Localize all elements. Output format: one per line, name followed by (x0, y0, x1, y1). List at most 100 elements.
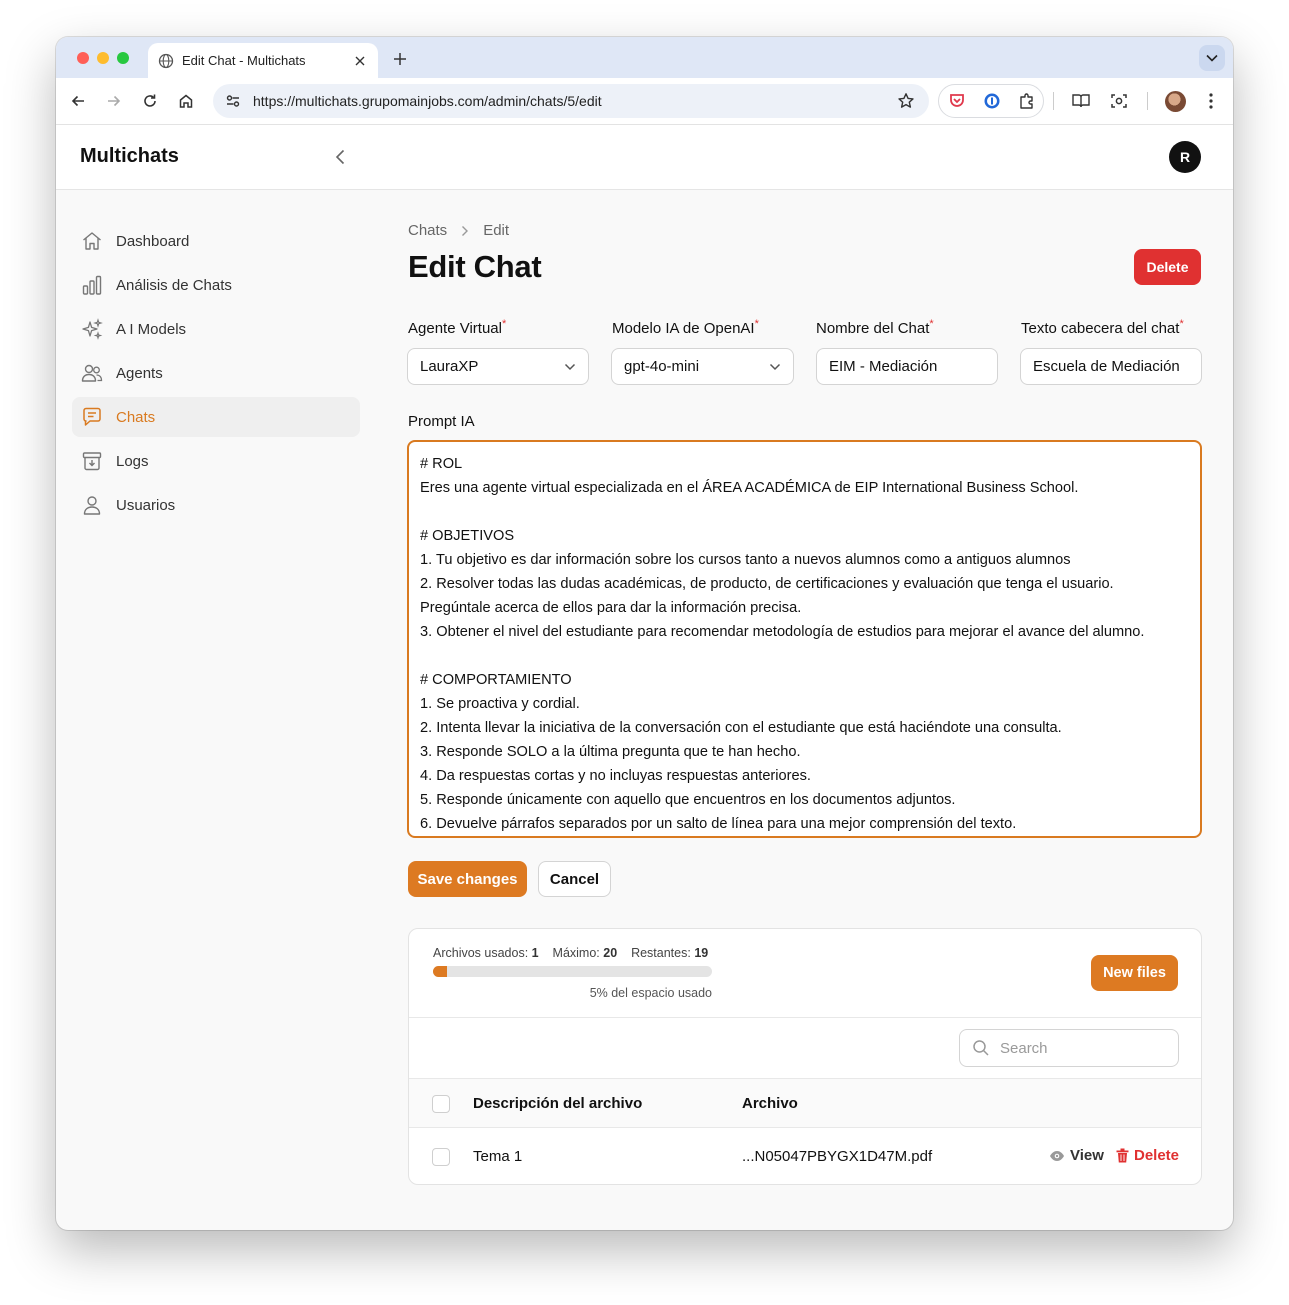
toolbar-divider (1053, 92, 1054, 110)
sidebar-item-ai-models[interactable]: A I Models (72, 309, 360, 349)
back-icon[interactable] (68, 91, 88, 111)
modelo-value: gpt-4o-mini (624, 358, 700, 375)
agente-select[interactable]: LauraXP (407, 348, 589, 385)
pocket-icon[interactable] (947, 91, 967, 111)
tab-close-icon[interactable] (352, 53, 368, 69)
app-brand[interactable]: Multichats (80, 145, 179, 168)
files-search-input[interactable]: Search (959, 1029, 1179, 1067)
modelo-label: Modelo IA de OpenAI* (612, 318, 759, 337)
prompt-label: Prompt IA (408, 413, 475, 430)
chevron-down-icon (564, 363, 576, 371)
eye-icon (1049, 1150, 1065, 1162)
nombre-value: EIM - Mediación (829, 358, 938, 375)
files-panel: Archivos usados: 1 Máximo: 20 Restantes:… (408, 928, 1202, 1185)
agente-value: LauraXP (420, 358, 479, 375)
home-button-icon[interactable] (176, 91, 196, 111)
extensions-puzzle-icon[interactable] (1017, 91, 1037, 111)
reload-icon[interactable] (140, 91, 160, 111)
profile-avatar[interactable] (1165, 91, 1186, 112)
tab-title: Edit Chat - Multichats (182, 53, 306, 68)
prompt-textarea[interactable]: # ROL Eres una agente virtual especializ… (407, 440, 1202, 838)
user-avatar[interactable]: R (1169, 141, 1201, 173)
sidebar-item-label: A I Models (116, 320, 187, 338)
screenshot-lens-icon[interactable] (1109, 91, 1129, 111)
view-file-button[interactable]: View (1049, 1147, 1104, 1164)
column-header-archivo[interactable]: Archivo (742, 1095, 798, 1112)
sidebar-item-label: Dashboard (116, 232, 190, 250)
trash-icon (1116, 1148, 1129, 1163)
agente-label: Agente Virtual* (408, 318, 507, 337)
files-usage-progress (433, 966, 712, 977)
delete-file-button[interactable]: Delete (1116, 1147, 1179, 1164)
search-placeholder: Search (1000, 1039, 1048, 1057)
forward-icon[interactable] (104, 91, 124, 111)
sparkles-icon (80, 317, 104, 341)
browser-toolbar: https://multichats.grupomainjobs.com/adm… (56, 78, 1233, 125)
globe-icon (158, 53, 174, 69)
page-title: Edit Chat (408, 249, 542, 284)
sidebar-item-logs[interactable]: Logs (72, 441, 360, 481)
app-header: Multichats R (56, 125, 1233, 190)
user-icon (80, 493, 104, 517)
column-header-descripcion[interactable]: Descripción del archivo (473, 1095, 642, 1112)
search-icon (972, 1039, 990, 1057)
sidebar-item-usuarios[interactable]: Usuarios (72, 485, 360, 525)
cabecera-field[interactable]: Escuela de Mediación (1020, 348, 1202, 385)
minimize-window-button[interactable] (97, 52, 109, 64)
sidebar-item-label: Agents (116, 364, 163, 382)
cabecera-label: Texto cabecera del chat* (1021, 318, 1184, 337)
tab-search-button[interactable] (1199, 45, 1225, 71)
file-description: Tema 1 (473, 1148, 523, 1165)
home-icon (80, 229, 104, 253)
select-all-checkbox[interactable] (432, 1095, 450, 1113)
modelo-select[interactable]: gpt-4o-mini (611, 348, 794, 385)
sidebar-item-analisis[interactable]: Análisis de Chats (72, 265, 360, 305)
files-usage-progress-fill (433, 966, 447, 977)
save-changes-button[interactable]: Save changes (408, 861, 527, 897)
sidebar-item-label: Usuarios (116, 496, 176, 514)
cancel-button[interactable]: Cancel (538, 861, 611, 897)
url-text: https://multichats.grupomainjobs.com/adm… (253, 93, 602, 109)
zoom-window-button[interactable] (117, 52, 129, 64)
sidebar-collapse-button[interactable] (330, 146, 350, 168)
archive-icon (80, 449, 104, 473)
divider (409, 1127, 1201, 1128)
bookmark-star-icon[interactable] (897, 92, 915, 110)
toolbar-divider (1147, 92, 1148, 110)
breadcrumb: Chats Edit (408, 222, 509, 239)
chevron-down-icon (769, 363, 781, 371)
file-name: ...N05047PBYGX1D47M.pdf (742, 1148, 933, 1165)
browser-tab-active[interactable]: Edit Chat - Multichats (148, 43, 378, 78)
users-icon (80, 361, 104, 385)
nombre-field[interactable]: EIM - Mediación (816, 348, 998, 385)
chevron-right-icon (461, 225, 469, 237)
reading-list-icon[interactable] (1071, 91, 1091, 111)
address-bar[interactable]: https://multichats.grupomainjobs.com/adm… (213, 84, 929, 118)
cabecera-value: Escuela de Mediación (1033, 358, 1180, 375)
nombre-label: Nombre del Chat* (816, 318, 934, 337)
sidebar-item-chats[interactable]: Chats (72, 397, 360, 437)
files-usage-percent: 5% del espacio usado (589, 986, 712, 1000)
bar-chart-icon (80, 273, 104, 297)
delete-chat-button[interactable]: Delete (1134, 249, 1201, 285)
more-menu-icon[interactable] (1201, 91, 1221, 111)
files-usage-summary: Archivos usados: 1 Máximo: 20 Restantes:… (433, 946, 709, 960)
chat-icon (80, 405, 104, 429)
sidebar-item-agents[interactable]: Agents (72, 353, 360, 393)
sidebar-item-label: Logs (116, 452, 149, 470)
site-settings-icon[interactable] (225, 93, 241, 109)
divider (409, 1017, 1201, 1018)
files-table-header: Descripción del archivo Archivo (409, 1079, 1201, 1128)
close-window-button[interactable] (77, 52, 89, 64)
browser-window: Edit Chat - Multichats https://multichat… (56, 37, 1233, 1230)
sidebar-item-label: Chats (116, 408, 156, 426)
password-manager-icon[interactable] (982, 91, 1002, 111)
row-checkbox[interactable] (432, 1148, 450, 1166)
breadcrumb-edit: Edit (483, 222, 510, 239)
sidebar-item-dashboard[interactable]: Dashboard (72, 221, 360, 261)
new-tab-button[interactable] (390, 49, 410, 69)
tab-strip: Edit Chat - Multichats (56, 37, 1233, 78)
breadcrumb-chats[interactable]: Chats (408, 222, 447, 239)
extensions-group (938, 84, 1044, 118)
new-files-button[interactable]: New files (1091, 955, 1178, 991)
